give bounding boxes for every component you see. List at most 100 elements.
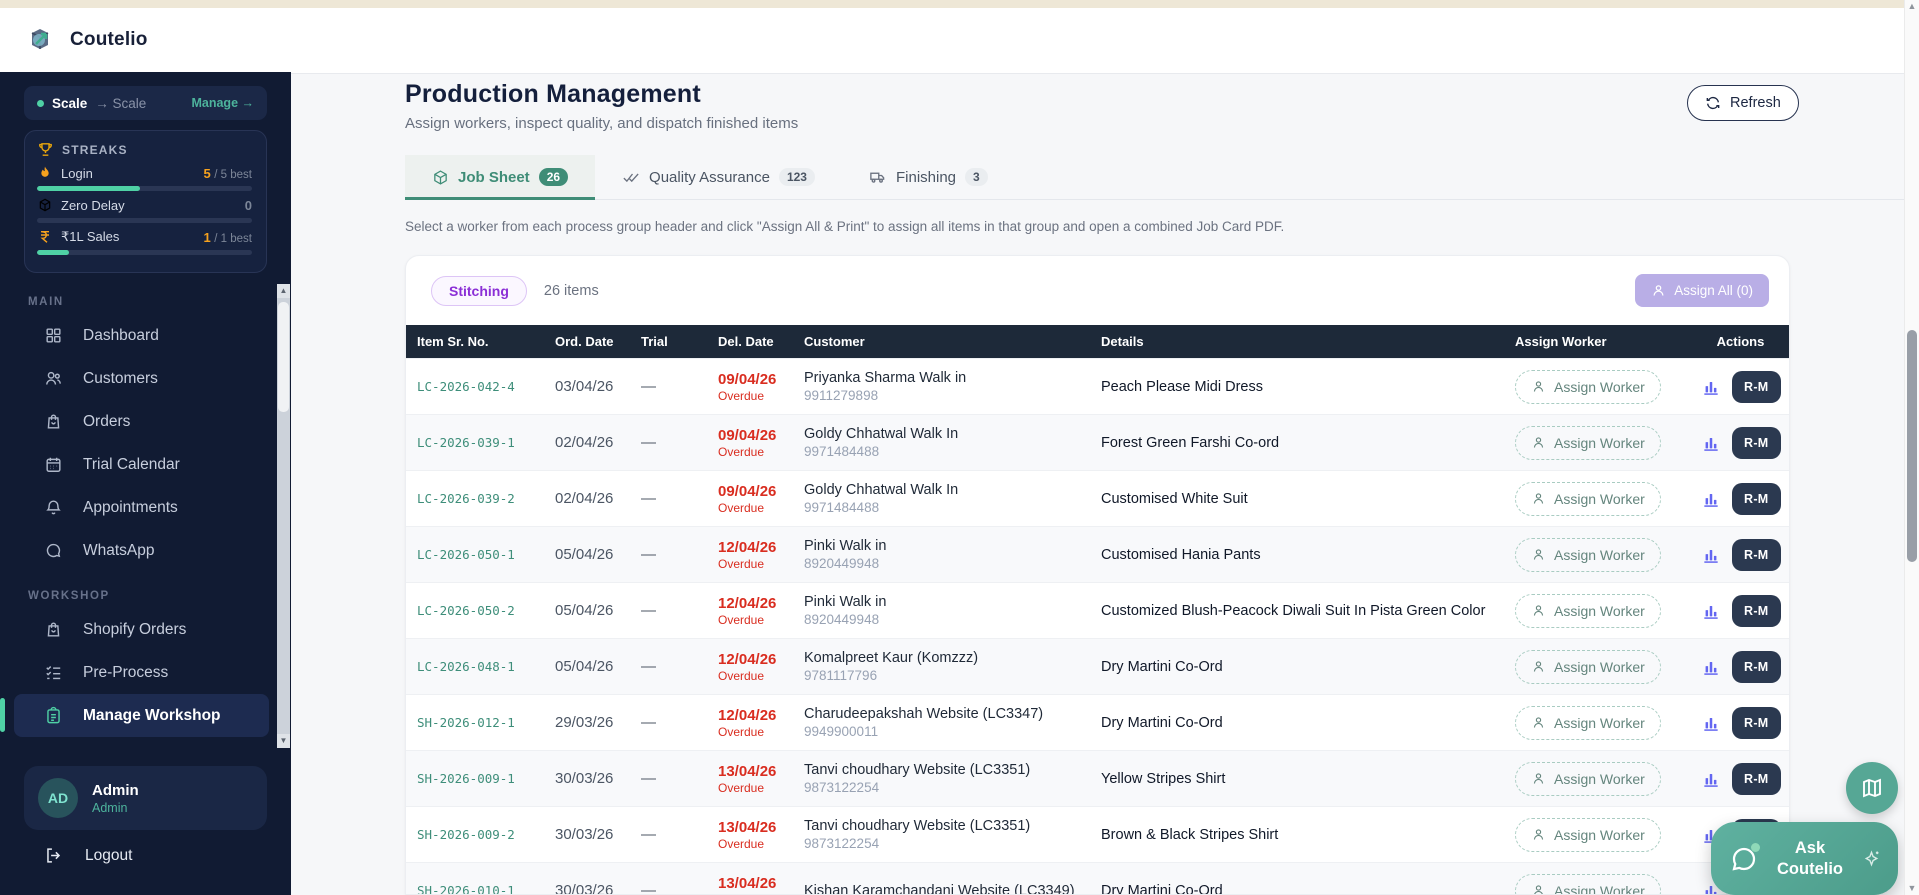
person-icon	[1531, 435, 1546, 450]
bar-chart-icon[interactable]	[1701, 377, 1721, 397]
page-scrollbar-thumb[interactable]	[1907, 330, 1917, 562]
customer-cell: Komalpreet Kaur (Komzzz) 9781117796	[793, 650, 1090, 683]
rm-button[interactable]: R-M	[1732, 538, 1781, 571]
rm-button[interactable]: R-M	[1732, 650, 1781, 683]
assign-worker-button[interactable]: Assign Worker	[1515, 705, 1661, 740]
active-indicator	[0, 698, 5, 732]
customer-phone: 9781117796	[804, 668, 878, 683]
customer-name: Pinki Walk in	[804, 538, 887, 554]
table-row: LC-2026-048-1 05/04/26 — 12/04/26 Overdu…	[406, 638, 1789, 694]
sidebar-item-pre-process[interactable]: Pre-Process	[0, 651, 277, 694]
table-row: SH-2026-009-2 30/03/26 — 13/04/26 Overdu…	[406, 806, 1789, 862]
item-sr-no: LC-2026-042-4	[417, 379, 515, 394]
streaks-list: Login 5 / 5 best Zero Delay 0 ₹1L Sales …	[37, 165, 252, 255]
refresh-button[interactable]: Refresh	[1687, 85, 1799, 121]
bar-chart-icon[interactable]	[1701, 545, 1721, 565]
bar-chart-icon[interactable]	[1701, 433, 1721, 453]
tab-label: Quality Assurance	[649, 168, 770, 186]
order-date: 02/04/26	[555, 490, 614, 507]
items-count: 26 items	[543, 282, 599, 299]
assign-worker-button[interactable]: Assign Worker	[1515, 481, 1661, 516]
page-scroll-up-icon[interactable]: ▲	[1905, 1, 1919, 11]
actions-cell: R-M	[1690, 538, 1789, 571]
ask-coutelio-button[interactable]: Ask Coutelio	[1711, 822, 1898, 895]
customer-cell: Goldy Chhatwal Walk In 9971484488	[793, 426, 1090, 459]
clipboard-icon	[44, 706, 63, 725]
sidebar-item-label: Orders	[83, 412, 131, 430]
bar-chart-icon[interactable]	[1701, 489, 1721, 509]
column-header: Customer	[804, 334, 865, 349]
assign-worker-button[interactable]: Assign Worker	[1515, 593, 1661, 628]
tab-quality-assurance[interactable]: Quality Assurance 123	[595, 155, 842, 199]
sidebar-item-whatsapp[interactable]: WhatsApp	[0, 529, 277, 572]
page-scrollbar[interactable]: ▲ ▼	[1904, 0, 1919, 895]
item-details: Dry Martini Co-Ord	[1101, 882, 1223, 895]
sidebar-item-label: Appointments	[83, 498, 178, 516]
tab-count-badge: 123	[778, 168, 815, 186]
sidebar-item-dashboard[interactable]: Dashboard	[0, 314, 277, 357]
assign-worker-button[interactable]: Assign Worker	[1515, 537, 1661, 572]
column-header: Trial	[641, 334, 668, 349]
item-details: Dry Martini Co-Ord	[1101, 658, 1223, 675]
bag-icon	[44, 412, 63, 431]
plan-manage-link[interactable]: Manage →	[191, 96, 254, 110]
logout-button[interactable]: Logout	[44, 846, 132, 865]
bar-chart-icon[interactable]	[1701, 769, 1721, 789]
delivery-date: 12/04/26 Overdue	[707, 651, 793, 683]
sidebar-item-trial-calendar[interactable]: Trial Calendar	[0, 443, 277, 486]
sidebar-item-customers[interactable]: Customers	[0, 357, 277, 400]
overdue-badge: Overdue	[718, 612, 765, 627]
overdue-badge: Overdue	[718, 556, 765, 571]
tab-job-sheet[interactable]: Job Sheet 26	[405, 155, 596, 200]
assign-all-label: Assign All (0)	[1674, 283, 1753, 298]
assign-worker-button[interactable]: Assign Worker	[1515, 761, 1661, 796]
rm-button[interactable]: R-M	[1732, 594, 1781, 627]
table-row: LC-2026-042-4 03/04/26 — 09/04/26 Overdu…	[406, 358, 1789, 414]
brand-name: Coutelio	[70, 29, 148, 50]
sidebar-item-manage-workshop[interactable]: Manage Workshop	[0, 694, 269, 737]
actions-cell: R-M	[1690, 594, 1789, 627]
nav-section-label: WORKSHOP	[28, 590, 110, 602]
map-fab-button[interactable]	[1846, 762, 1898, 814]
assign-worker-button[interactable]: Assign Worker	[1515, 817, 1661, 852]
rm-button[interactable]: R-M	[1732, 370, 1781, 403]
tab-count-badge: 26	[538, 168, 569, 186]
checklist-icon	[44, 663, 63, 682]
scroll-down-arrow-icon[interactable]: ▼	[277, 734, 290, 748]
bar-chart-icon[interactable]	[1701, 713, 1721, 733]
app-root: Coutelio Scale → Scale Manage → STREAKS …	[0, 0, 1919, 895]
scroll-up-arrow-icon[interactable]: ▲	[277, 284, 290, 298]
rm-button[interactable]: R-M	[1732, 706, 1781, 739]
customer-name: Charudeepakshah Website (LC3347)	[804, 706, 1044, 722]
customer-phone: 9949900011	[804, 724, 879, 739]
plan-pill: Scale → Scale Manage →	[24, 86, 267, 120]
person-icon	[1531, 491, 1546, 506]
rm-button[interactable]: R-M	[1732, 762, 1781, 795]
sidebar-item-shopify-orders[interactable]: Shopify Orders	[0, 608, 277, 651]
sidebar-item-orders[interactable]: Orders	[0, 400, 277, 443]
sidebar-scrollbar[interactable]: ▲ ▼	[277, 284, 290, 748]
bar-chart-icon[interactable]	[1701, 601, 1721, 621]
column-header: Actions	[1716, 334, 1765, 349]
order-date: 02/04/26	[555, 434, 614, 451]
rm-button[interactable]: R-M	[1732, 482, 1781, 515]
brand-header[interactable]: Coutelio	[0, 8, 291, 72]
assign-worker-cell: Assign Worker	[1504, 425, 1690, 460]
order-date: 29/03/26	[555, 714, 614, 731]
page-scroll-down-icon[interactable]: ▼	[1905, 883, 1919, 893]
assign-worker-button[interactable]: Assign Worker	[1515, 425, 1661, 460]
assign-worker-button[interactable]: Assign Worker	[1515, 369, 1661, 404]
tab-finishing[interactable]: Finishing 3	[842, 155, 1015, 199]
customer-name: Tanvi choudhary Website (LC3351)	[804, 762, 1031, 778]
user-card[interactable]: AD Admin Admin	[24, 766, 267, 830]
assign-worker-button[interactable]: Assign Worker	[1515, 873, 1661, 894]
assign-worker-button[interactable]: Assign Worker	[1515, 649, 1661, 684]
customer-name: Goldy Chhatwal Walk In	[804, 426, 959, 442]
delivery-date: 09/04/26 Overdue	[707, 483, 793, 515]
rm-button[interactable]: R-M	[1732, 426, 1781, 459]
person-icon	[1531, 771, 1546, 786]
assign-all-button[interactable]: Assign All (0)	[1635, 274, 1769, 307]
bar-chart-icon[interactable]	[1701, 657, 1721, 677]
sidebar-item-appointments[interactable]: Appointments	[0, 486, 277, 529]
sidebar-scrollbar-thumb[interactable]	[278, 302, 289, 412]
